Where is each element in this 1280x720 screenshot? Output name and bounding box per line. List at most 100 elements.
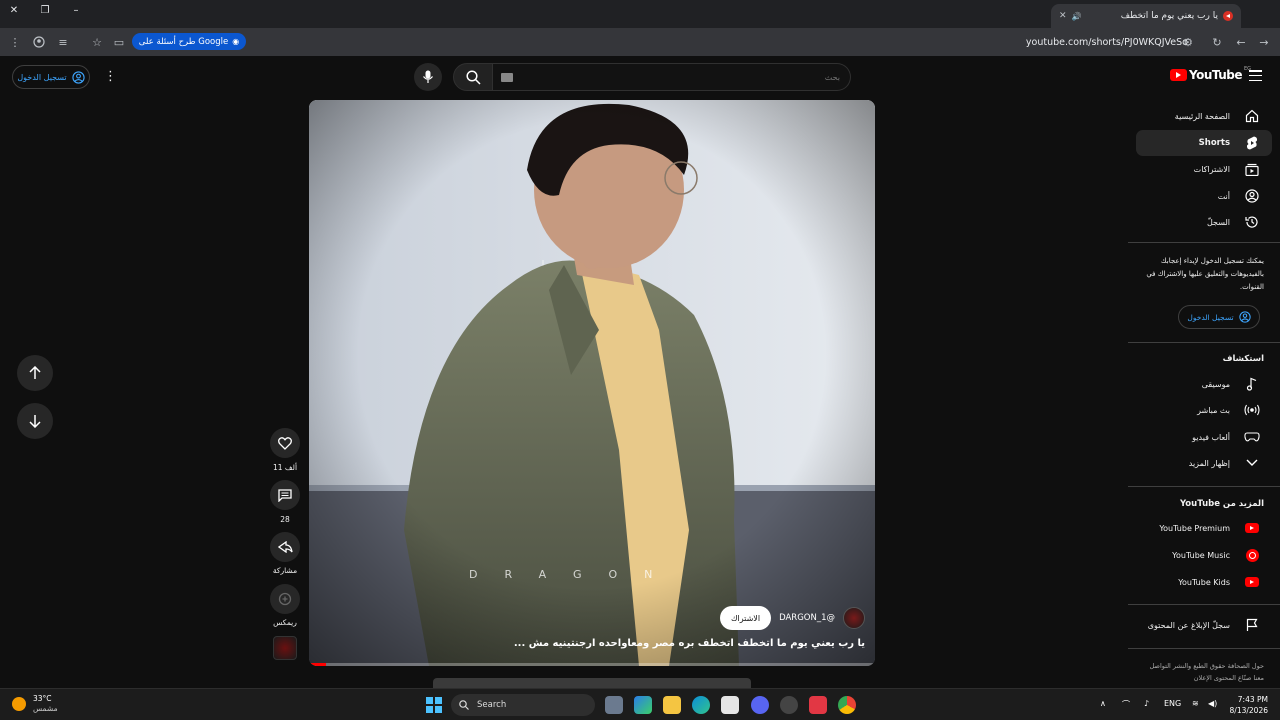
subscribe-button[interactable]: الاشتراك <box>719 606 772 630</box>
wifi-icon[interactable]: ≋ <box>1192 699 1199 708</box>
sidebar-item-home[interactable]: الصفحة الرئيسية <box>1136 103 1272 129</box>
bottom-overlay <box>433 678 751 688</box>
google-pill-label: طرح أسئلة على Google <box>138 36 229 47</box>
sidebar-item-music[interactable]: موسيقى <box>1136 371 1272 397</box>
browser-tab-bar: ✕ ❐ – + يا رب يعني يوم ما اتخطف 🔊 ✕ <box>0 0 1280 28</box>
sidebar-item-you[interactable]: أنت <box>1136 183 1272 209</box>
flag-icon <box>1244 617 1260 633</box>
clock-time: 7:43 PM <box>1237 695 1268 704</box>
shorts-player[interactable]: DRAGON @DARGON_1 الاشتراك يا رب يعني يوم… <box>309 100 875 666</box>
widgets-icon[interactable] <box>634 696 652 714</box>
account-icon <box>1238 311 1251 323</box>
sidebar-item-youtube-premium[interactable]: YouTube Premium <box>1136 515 1272 541</box>
tray-overflow-icon[interactable]: ∧ <box>1100 699 1106 708</box>
tab-close-icon[interactable]: ✕ <box>1059 11 1067 21</box>
progress-fill <box>309 663 326 666</box>
forward-icon[interactable]: ← <box>1233 34 1249 50</box>
voice-search-button[interactable] <box>414 63 442 91</box>
audio-icon[interactable]: 🔊 <box>1072 12 1082 21</box>
like-button[interactable] <box>270 428 300 458</box>
reload-icon[interactable]: ↻ <box>1209 34 1225 50</box>
comment-count: 28 <box>280 515 290 524</box>
sidebar-item-label: سجلّ الإبلاغ عن المحتوى <box>1147 620 1230 630</box>
next-short-button[interactable] <box>17 403 53 439</box>
sidebar-footer-links[interactable]: حول الصحافة حقوق الطبع والنشر التواصل مع… <box>1140 660 1265 684</box>
volume-icon[interactable]: ◀) <box>1208 699 1217 708</box>
sidebar-signin-label: تسجيل الدخول <box>1187 312 1234 322</box>
progress-bar[interactable] <box>309 663 875 666</box>
microphone-tray-icon[interactable]: ♪ <box>1144 699 1149 708</box>
channel-avatar[interactable] <box>843 607 865 629</box>
search-box[interactable] <box>493 63 851 91</box>
minimize-window-icon[interactable]: – <box>68 5 84 16</box>
youtube-logo[interactable]: YouTube EG <box>1170 66 1251 82</box>
sidebar-item-youtube-kids[interactable]: YouTube Kids <box>1136 569 1272 595</box>
browser-tab[interactable]: يا رب يعني يوم ما اتخطف 🔊 ✕ <box>1051 4 1241 28</box>
discord-icon[interactable] <box>751 696 769 714</box>
back-icon[interactable]: → <box>1256 34 1272 50</box>
sidebar-divider <box>1128 242 1280 243</box>
start-button[interactable] <box>426 697 442 713</box>
sidebar-item-history[interactable]: السجلّ <box>1136 209 1272 235</box>
lens-icon: ◉ <box>232 37 240 46</box>
search-input[interactable] <box>540 64 840 90</box>
app-icon[interactable] <box>780 696 798 714</box>
channel-row: @DARGON_1 الاشتراك <box>719 606 865 630</box>
sound-thumbnail[interactable] <box>273 636 297 660</box>
weather-widget[interactable]: 33°C مشمس <box>12 694 58 714</box>
task-view-icon[interactable] <box>605 696 623 714</box>
close-window-icon[interactable]: ✕ <box>6 5 22 16</box>
url-text[interactable]: youtube.com/shorts/PJ0WKQJVeSo <box>1026 37 1188 48</box>
channel-name[interactable]: @DARGON_1 <box>779 613 835 623</box>
video-watermark: DRAGON <box>469 568 680 581</box>
sidebar-item-youtube-music[interactable]: YouTube Music <box>1136 542 1272 568</box>
taskbar-clock[interactable]: 7:43 PM 8/13/2026 <box>1230 694 1268 716</box>
previous-short-button[interactable] <box>17 355 53 391</box>
browser-menu-icon[interactable]: ⋮ <box>7 34 23 50</box>
cast-icon[interactable]: ▭ <box>111 34 127 50</box>
guide-sidebar: الصفحة الرئيسية Shorts الاشتراكات أنت ال… <box>1128 100 1280 688</box>
like-count: 11 ألف <box>272 463 298 472</box>
sidebar-item-show-more[interactable]: إظهار المزيد <box>1136 450 1272 476</box>
sidebar-item-subscriptions[interactable]: الاشتراكات <box>1136 156 1272 182</box>
share-button[interactable] <box>270 532 300 562</box>
edge-icon[interactable] <box>692 696 710 714</box>
video-caption[interactable]: يا رب يعني يوم ما اتخطف اتخطف بره مصر وم… <box>514 638 865 649</box>
sidebar-item-shorts[interactable]: Shorts <box>1136 130 1272 156</box>
network-icon[interactable]: ⌒ <box>1122 699 1130 710</box>
reading-list-icon[interactable]: ≡ <box>55 34 71 50</box>
taskbar-search[interactable]: Search <box>451 694 595 716</box>
youtube-favicon-icon <box>1223 11 1233 21</box>
store-icon[interactable] <box>721 696 739 714</box>
share-label: مشاركة <box>272 566 298 575</box>
sidebar-signin-button[interactable]: تسجيل الدخول <box>1178 305 1260 329</box>
sidebar-item-label: Shorts <box>1198 138 1230 148</box>
chrome-icon[interactable] <box>838 696 856 714</box>
comment-icon <box>278 488 292 502</box>
sidebar-item-label: بث مباشر <box>1197 405 1230 415</box>
windows-taskbar: 33°C مشمس Search ∧ ⌒ ♪ ENG ≋ ◀) 7:43 PM … <box>0 688 1280 720</box>
ask-google-pill[interactable]: طرح أسئلة على Google ◉ <box>132 33 246 50</box>
remix-button[interactable] <box>270 584 300 614</box>
search-button[interactable] <box>453 63 493 91</box>
sidebar-item-live[interactable]: بث مباشر <box>1136 397 1272 423</box>
signin-button[interactable]: تسجيل الدخول <box>12 65 90 89</box>
keyboard-icon[interactable] <box>501 73 513 82</box>
bookmark-star-icon[interactable]: ☆ <box>89 34 105 50</box>
maximize-window-icon[interactable]: ❐ <box>37 5 53 16</box>
sidebar-divider <box>1128 342 1280 343</box>
sidebar-divider <box>1128 648 1280 649</box>
pocket-icon[interactable] <box>809 696 827 714</box>
sidebar-item-label: إظهار المزيد <box>1188 458 1230 468</box>
heart-icon <box>278 436 292 450</box>
file-explorer-icon[interactable] <box>663 696 681 714</box>
settings-menu-icon[interactable]: ⋮ <box>104 69 117 85</box>
profile-icon[interactable] <box>31 34 47 50</box>
sidebar-item-gaming[interactable]: ألعاب فيديو <box>1136 424 1272 450</box>
remix-label: ريمكس <box>273 618 297 627</box>
guide-menu-icon[interactable] <box>1249 70 1262 81</box>
comments-button[interactable] <box>270 480 300 510</box>
language-indicator[interactable]: ENG <box>1164 699 1181 708</box>
youtube-premium-icon <box>1244 520 1260 536</box>
sidebar-item-report-history[interactable]: سجلّ الإبلاغ عن المحتوى <box>1136 612 1272 638</box>
